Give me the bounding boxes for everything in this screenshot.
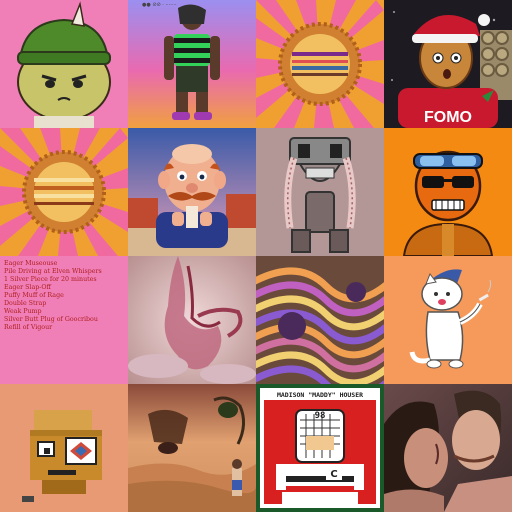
list-item: Pile Driving at Elven Whispers [4,268,102,275]
sunburst-coin-icon [256,0,384,128]
pixel-box-robot-icon [0,384,128,512]
gingerbread-santa-fomo-icon: FOMO [384,0,512,128]
list-item: Weak Pump [4,308,42,315]
white-cat-wizard-icon [384,256,512,384]
tile-16[interactable] [384,384,512,512]
image-grid: ●● ⊘⊘ · ······· FOMO Eager Museouse Pile… [0,0,512,512]
tile-2-caption: ●● ⊘⊘ · ······· [142,2,177,8]
psychedelic-swirl-icon [256,256,384,384]
card-number: 98 [315,411,326,421]
tile-13[interactable] [0,384,128,512]
tile-9[interactable]: Eager Museouse Pile Driving at Elven Whi… [0,256,128,384]
item-list: Eager Museouse Pile Driving at Elven Whi… [4,260,124,332]
list-item: Refill of Vigour [4,324,53,331]
list-item: Eager Slap-Off [4,284,51,291]
sunburst-coin-icon [0,128,128,256]
green-beanie-unicorn-cat-icon [0,0,128,128]
tile-6[interactable] [128,128,256,256]
abstract-pink-hand-icon [128,256,256,384]
tile-5[interactable] [0,128,128,256]
fomo-shirt-text: FOMO [424,109,472,126]
list-item: Eager Museouse [4,260,58,267]
tile-12[interactable] [384,256,512,384]
robot-creature-icon [256,128,384,256]
couple-portrait-icon [384,384,512,512]
tile-4[interactable]: FOMO [384,0,512,128]
tile-8[interactable] [384,128,512,256]
tile-3[interactable] [256,0,384,128]
list-item: Silver Butt Plug of Goocribou [4,316,98,323]
list-item: 1 Silver Piece for 20 minutes [4,276,97,283]
tile-1[interactable] [0,0,128,128]
tile-14[interactable] [128,384,256,512]
hockey-card-icon: MADISON "MADDY" HOUSER 98 C [256,384,384,512]
list-item: Puffy Muff of Rage [4,292,64,299]
list-item: Double Strap [4,300,47,307]
striped-figure-icon [128,0,256,128]
chef-mustache-icon [128,128,256,256]
desert-scene-icon [128,384,256,512]
jersey-letter: C [330,469,337,480]
tile-11[interactable] [256,256,384,384]
tile-15[interactable]: MADISON "MADDY" HOUSER 98 C [256,384,384,512]
goggles-robot-icon [384,128,512,256]
tile-7[interactable] [256,128,384,256]
card-header: MADISON "MADDY" HOUSER [277,391,363,399]
tile-10[interactable] [128,256,256,384]
tile-2[interactable]: ●● ⊘⊘ · ······· [128,0,256,128]
